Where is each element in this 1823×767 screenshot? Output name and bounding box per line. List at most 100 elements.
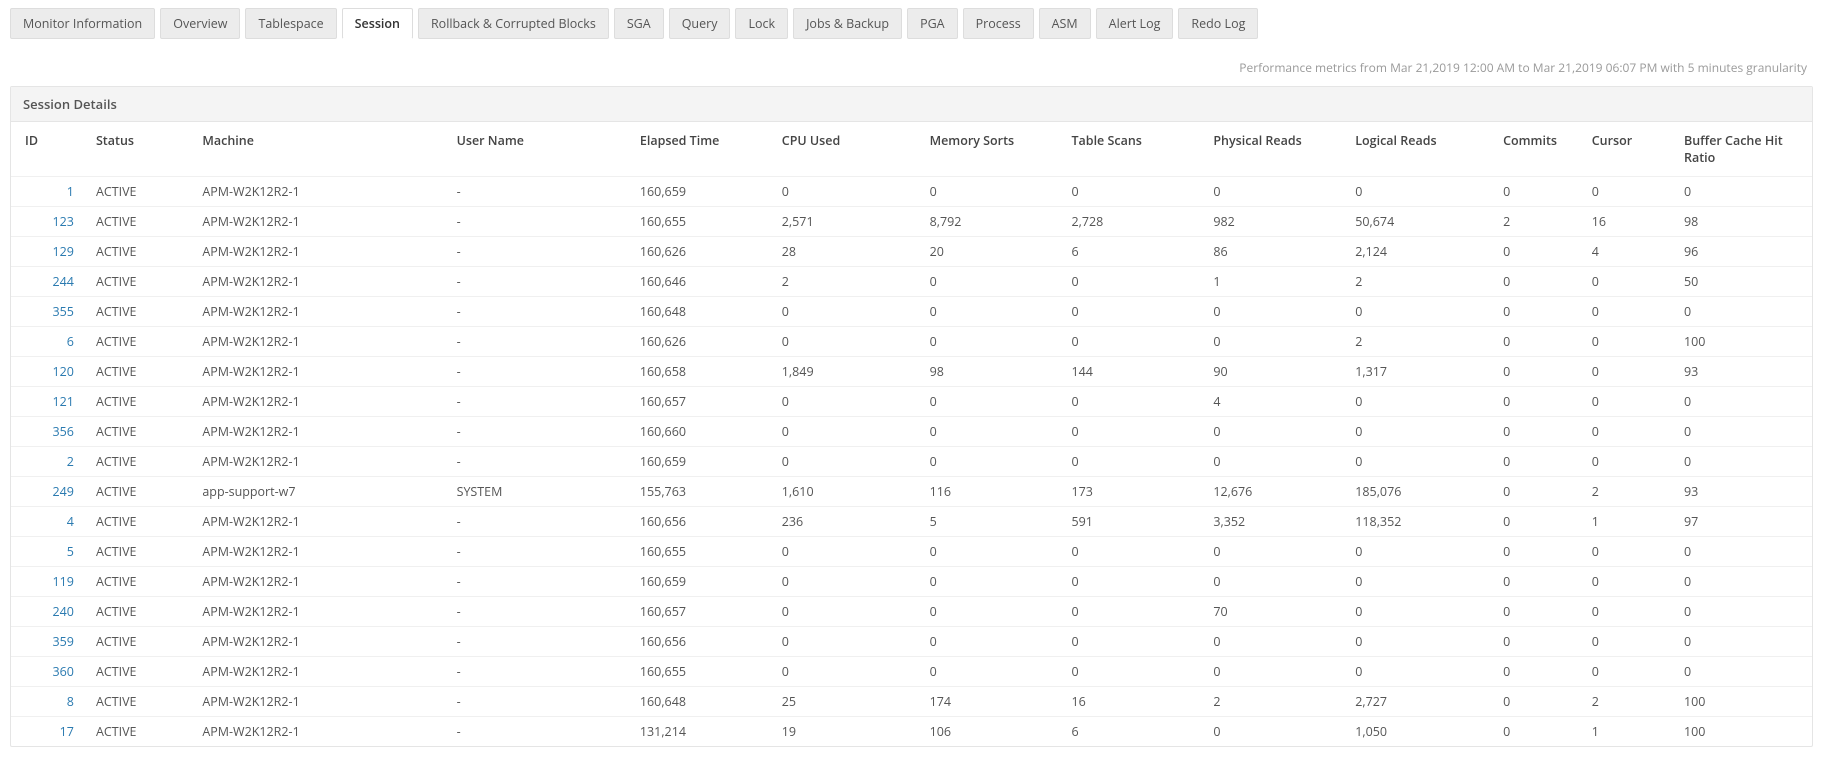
session-id-link[interactable]: 244 bbox=[52, 273, 73, 290]
table-row: 123ACTIVEAPM-W2K12R2-1-160,6552,5718,792… bbox=[11, 207, 1812, 237]
session-details-panel: Session Details IDStatusMachineUser Name… bbox=[10, 86, 1813, 747]
session-id-link[interactable]: 355 bbox=[52, 303, 73, 320]
cell-cursor: 0 bbox=[1578, 387, 1670, 417]
column-header[interactable]: Logical Reads bbox=[1341, 122, 1489, 177]
session-id-link[interactable]: 8 bbox=[67, 693, 74, 710]
session-id-link[interactable]: 1 bbox=[67, 183, 74, 200]
column-header[interactable]: Machine bbox=[188, 122, 442, 177]
tab-session[interactable]: Session bbox=[342, 8, 413, 39]
column-header[interactable]: User Name bbox=[443, 122, 626, 177]
cell-buffer: 0 bbox=[1670, 297, 1812, 327]
column-header[interactable]: Elapsed Time bbox=[626, 122, 768, 177]
session-id-link[interactable]: 121 bbox=[52, 393, 73, 410]
column-header[interactable]: Physical Reads bbox=[1199, 122, 1341, 177]
cell-buffer: 100 bbox=[1670, 717, 1812, 747]
cell-pread: 3,352 bbox=[1199, 507, 1341, 537]
tab-rollback-corrupted-blocks[interactable]: Rollback & Corrupted Blocks bbox=[418, 8, 609, 39]
cell-id: 119 bbox=[11, 567, 82, 597]
cell-id: 360 bbox=[11, 657, 82, 687]
column-header[interactable]: CPU Used bbox=[768, 122, 916, 177]
cell-mem: 5 bbox=[916, 507, 1058, 537]
table-row: 244ACTIVEAPM-W2K12R2-1-160,646200120050 bbox=[11, 267, 1812, 297]
session-id-link[interactable]: 360 bbox=[52, 663, 73, 680]
column-header[interactable]: Buffer Cache Hit Ratio bbox=[1670, 122, 1812, 177]
cell-buffer: 0 bbox=[1670, 417, 1812, 447]
table-row: 121ACTIVEAPM-W2K12R2-1-160,65700040000 bbox=[11, 387, 1812, 417]
cell-id: 121 bbox=[11, 387, 82, 417]
tab-jobs-backup[interactable]: Jobs & Backup bbox=[793, 8, 902, 39]
cell-user: - bbox=[443, 447, 626, 477]
column-header[interactable]: Commits bbox=[1489, 122, 1578, 177]
tab-bar: Monitor InformationOverviewTablespaceSes… bbox=[10, 8, 1813, 39]
tab-tablespace[interactable]: Tablespace bbox=[245, 8, 336, 39]
cell-machine: APM-W2K12R2-1 bbox=[188, 237, 442, 267]
cell-cpu: 0 bbox=[768, 327, 916, 357]
cell-scan: 16 bbox=[1057, 687, 1199, 717]
column-header[interactable]: Table Scans bbox=[1057, 122, 1199, 177]
cell-pread: 2 bbox=[1199, 687, 1341, 717]
cell-machine: APM-W2K12R2-1 bbox=[188, 207, 442, 237]
session-id-link[interactable]: 359 bbox=[52, 633, 73, 650]
cell-cpu: 0 bbox=[768, 597, 916, 627]
cell-scan: 0 bbox=[1057, 177, 1199, 207]
session-id-link[interactable]: 5 bbox=[67, 543, 74, 560]
cell-cursor: 1 bbox=[1578, 507, 1670, 537]
cell-commit: 0 bbox=[1489, 507, 1578, 537]
tab-sga[interactable]: SGA bbox=[614, 8, 664, 39]
cell-pread: 0 bbox=[1199, 717, 1341, 747]
table-row: 249ACTIVEapp-support-w7SYSTEM155,7631,61… bbox=[11, 477, 1812, 507]
column-header[interactable]: Memory Sorts bbox=[916, 122, 1058, 177]
session-id-link[interactable]: 249 bbox=[52, 483, 73, 500]
cell-commit: 0 bbox=[1489, 627, 1578, 657]
cell-user: - bbox=[443, 327, 626, 357]
session-id-link[interactable]: 129 bbox=[52, 243, 73, 260]
cell-buffer: 0 bbox=[1670, 177, 1812, 207]
cell-id: 359 bbox=[11, 627, 82, 657]
session-id-link[interactable]: 120 bbox=[52, 363, 73, 380]
cell-machine: APM-W2K12R2-1 bbox=[188, 537, 442, 567]
cell-id: 244 bbox=[11, 267, 82, 297]
table-row: 129ACTIVEAPM-W2K12R2-1-160,62628206862,1… bbox=[11, 237, 1812, 267]
tab-asm[interactable]: ASM bbox=[1039, 8, 1091, 39]
session-id-link[interactable]: 17 bbox=[60, 723, 74, 740]
tab-overview[interactable]: Overview bbox=[160, 8, 240, 39]
cell-scan: 2,728 bbox=[1057, 207, 1199, 237]
session-id-link[interactable]: 119 bbox=[52, 573, 73, 590]
cell-elapsed: 160,655 bbox=[626, 657, 768, 687]
cell-user: - bbox=[443, 597, 626, 627]
session-id-link[interactable]: 240 bbox=[52, 603, 73, 620]
cell-lread: 2 bbox=[1341, 267, 1489, 297]
session-id-link[interactable]: 356 bbox=[52, 423, 73, 440]
cell-status: ACTIVE bbox=[82, 327, 188, 357]
cell-user: - bbox=[443, 387, 626, 417]
session-id-link[interactable]: 123 bbox=[52, 213, 73, 230]
cell-lread: 0 bbox=[1341, 297, 1489, 327]
cell-mem: 0 bbox=[916, 567, 1058, 597]
tab-redo-log[interactable]: Redo Log bbox=[1178, 8, 1258, 39]
column-header[interactable]: Status bbox=[82, 122, 188, 177]
cell-cpu: 25 bbox=[768, 687, 916, 717]
cell-id: 6 bbox=[11, 327, 82, 357]
tab-alert-log[interactable]: Alert Log bbox=[1096, 8, 1174, 39]
cell-id: 1 bbox=[11, 177, 82, 207]
tab-query[interactable]: Query bbox=[669, 8, 731, 39]
cell-buffer: 0 bbox=[1670, 567, 1812, 597]
cell-scan: 0 bbox=[1057, 297, 1199, 327]
table-row: 1ACTIVEAPM-W2K12R2-1-160,65900000000 bbox=[11, 177, 1812, 207]
cell-buffer: 97 bbox=[1670, 507, 1812, 537]
cell-machine: APM-W2K12R2-1 bbox=[188, 297, 442, 327]
column-header[interactable]: Cursor bbox=[1578, 122, 1670, 177]
cell-machine: APM-W2K12R2-1 bbox=[188, 177, 442, 207]
cell-cursor: 0 bbox=[1578, 447, 1670, 477]
tab-process[interactable]: Process bbox=[963, 8, 1034, 39]
tab-monitor-information[interactable]: Monitor Information bbox=[10, 8, 155, 39]
tab-pga[interactable]: PGA bbox=[907, 8, 958, 39]
tab-lock[interactable]: Lock bbox=[735, 8, 788, 39]
session-id-link[interactable]: 4 bbox=[67, 513, 74, 530]
column-header[interactable]: ID bbox=[11, 122, 82, 177]
cell-status: ACTIVE bbox=[82, 267, 188, 297]
cell-cursor: 0 bbox=[1578, 417, 1670, 447]
session-id-link[interactable]: 6 bbox=[67, 333, 74, 350]
cell-cpu: 2,571 bbox=[768, 207, 916, 237]
session-id-link[interactable]: 2 bbox=[67, 453, 74, 470]
